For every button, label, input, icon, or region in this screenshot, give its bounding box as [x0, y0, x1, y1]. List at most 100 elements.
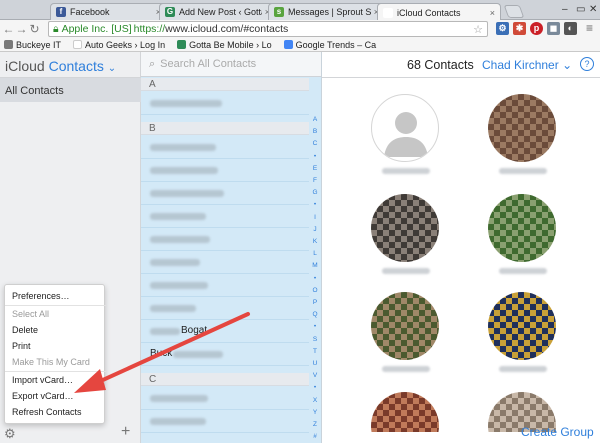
gear-icon[interactable]: ⚙	[4, 426, 16, 442]
index-letter[interactable]: #	[309, 433, 321, 440]
bookmark-item[interactable]: Gotta Be Mobile › Lo	[177, 40, 272, 50]
list-item[interactable]	[141, 228, 309, 251]
list-item[interactable]	[141, 251, 309, 274]
url-path: www.icloud.com/#contacts	[165, 23, 289, 35]
forward-icon[interactable]: →	[15, 22, 28, 36]
contact-card[interactable]	[364, 194, 444, 284]
index-letter[interactable]: G	[309, 189, 321, 196]
index-letter[interactable]: •	[309, 201, 321, 208]
help-button[interactable]: ?	[580, 57, 594, 71]
list-item[interactable]: Bogat	[141, 320, 309, 343]
list-item[interactable]	[141, 136, 309, 159]
index-letter[interactable]: B	[309, 128, 321, 135]
list-item[interactable]	[141, 205, 309, 228]
extension-icon[interactable]: ⚙	[496, 22, 509, 35]
tab-add-new-post[interactable]: G Add New Post ‹ Gotta Be M ×	[159, 3, 276, 20]
menu-icon[interactable]: ≡	[583, 22, 596, 35]
list-item[interactable]	[141, 297, 309, 320]
list-item[interactable]	[141, 182, 309, 205]
new-tab-button[interactable]	[503, 5, 525, 18]
index-letter[interactable]: U	[309, 360, 321, 367]
bookmark-item[interactable]: Auto Geeks › Log In	[73, 40, 165, 50]
search-field[interactable]: ⌕ Search All Contacts	[141, 52, 321, 77]
add-group-button[interactable]: +	[121, 423, 130, 441]
tab-label: Add New Post ‹ Gotta Be M	[179, 7, 262, 17]
contact-count: 68 Contacts	[407, 58, 474, 72]
index-letter[interactable]: A	[309, 116, 321, 123]
create-group-button[interactable]: Create Group	[521, 425, 594, 439]
index-letter[interactable]: X	[309, 397, 321, 404]
contact-card[interactable]	[364, 94, 444, 184]
search-input[interactable]: Search All Contacts	[160, 58, 256, 70]
list-item[interactable]	[141, 159, 309, 182]
extension-icon[interactable]: ✱	[513, 22, 526, 35]
extension-icon[interactable]: ◐	[564, 22, 577, 35]
list-item[interactable]	[141, 92, 309, 115]
contact-card[interactable]	[481, 292, 561, 382]
close-icon[interactable]: ×	[490, 8, 495, 18]
index-letter[interactable]: M	[309, 262, 321, 269]
ev-certificate-label: Apple Inc. [US]	[61, 23, 132, 35]
maximize-icon[interactable]: ▭	[576, 4, 585, 15]
menu-item-print[interactable]: Print	[12, 341, 31, 351]
app-switcher[interactable]: iCloud Contacts ⌄	[5, 58, 116, 74]
index-letter[interactable]: •	[309, 384, 321, 391]
tab-facebook[interactable]: f Facebook ×	[50, 3, 167, 20]
blurred-name	[499, 268, 547, 274]
gbm-icon: G	[165, 7, 175, 17]
minimize-icon[interactable]: –	[562, 4, 568, 15]
index-letter[interactable]: Y	[309, 409, 321, 416]
list-item[interactable]	[141, 387, 309, 410]
index-letter[interactable]: Q	[309, 311, 321, 318]
address-bar[interactable]: 🔒︎ Apple Inc. [US] https://www.icloud.co…	[48, 21, 488, 37]
list-item[interactable]: Buck	[141, 343, 309, 366]
index-letter[interactable]: T	[309, 348, 321, 355]
menu-item-export-vcard[interactable]: Export vCard…	[12, 391, 74, 401]
index-letter[interactable]: S	[309, 336, 321, 343]
index-letter[interactable]: I	[309, 214, 321, 221]
contact-name: Buck	[150, 348, 173, 359]
extension-icon[interactable]: ◼	[547, 22, 560, 35]
blurred-name	[150, 395, 208, 402]
groups-sidebar: iCloud Contacts ⌄ All Contacts Preferenc…	[0, 52, 141, 443]
blurred-name	[499, 168, 547, 174]
menu-item-delete[interactable]: Delete	[12, 325, 38, 335]
menu-item-preferences[interactable]: Preferences…	[12, 291, 70, 301]
contact-card[interactable]	[364, 392, 444, 432]
index-letter[interactable]: F	[309, 177, 321, 184]
search-icon: ⌕	[149, 57, 156, 70]
index-letter[interactable]: O	[309, 287, 321, 294]
window-close-icon[interactable]: ✕	[589, 4, 597, 15]
index-letter[interactable]: •	[309, 153, 321, 160]
index-letter[interactable]: E	[309, 165, 321, 172]
index-letter[interactable]: P	[309, 299, 321, 306]
list-item[interactable]	[141, 410, 309, 433]
index-letter[interactable]: •	[309, 275, 321, 282]
pinterest-icon[interactable]: p	[530, 22, 543, 35]
index-letter[interactable]: V	[309, 372, 321, 379]
avatar	[371, 292, 439, 360]
list-item[interactable]	[141, 274, 309, 297]
group-all-contacts[interactable]: All Contacts	[0, 78, 141, 102]
index-letter[interactable]: Z	[309, 421, 321, 428]
back-icon[interactable]: ←	[2, 22, 15, 36]
index-letter[interactable]: C	[309, 140, 321, 147]
tab-icloud[interactable]: iCloud Contacts ×	[377, 3, 501, 21]
index-letter[interactable]: •	[309, 323, 321, 330]
menu-item-import-vcard[interactable]: Import vCard…	[12, 375, 73, 385]
folder-icon	[4, 40, 13, 49]
tab-sprout[interactable]: s Messages | Sprout Social ×	[268, 3, 385, 20]
account-menu[interactable]: Chad Kirchner ⌄	[482, 58, 572, 72]
bookmark-star-icon[interactable]: ☆	[473, 23, 483, 36]
menu-item-select-all: Select All	[12, 309, 50, 319]
index-letter[interactable]: J	[309, 226, 321, 233]
index-letter[interactable]: L	[309, 250, 321, 257]
menu-item-refresh-contacts[interactable]: Refresh Contacts	[12, 407, 82, 417]
contact-card[interactable]	[481, 94, 561, 184]
contact-card[interactable]	[481, 194, 561, 284]
contact-card[interactable]	[364, 292, 444, 382]
bookmark-item[interactable]: Google Trends – Ca	[283, 40, 376, 50]
index-letter[interactable]: K	[309, 238, 321, 245]
bookmark-item[interactable]: Buckeye IT	[4, 40, 61, 50]
reload-icon[interactable]: ↻	[28, 22, 41, 36]
